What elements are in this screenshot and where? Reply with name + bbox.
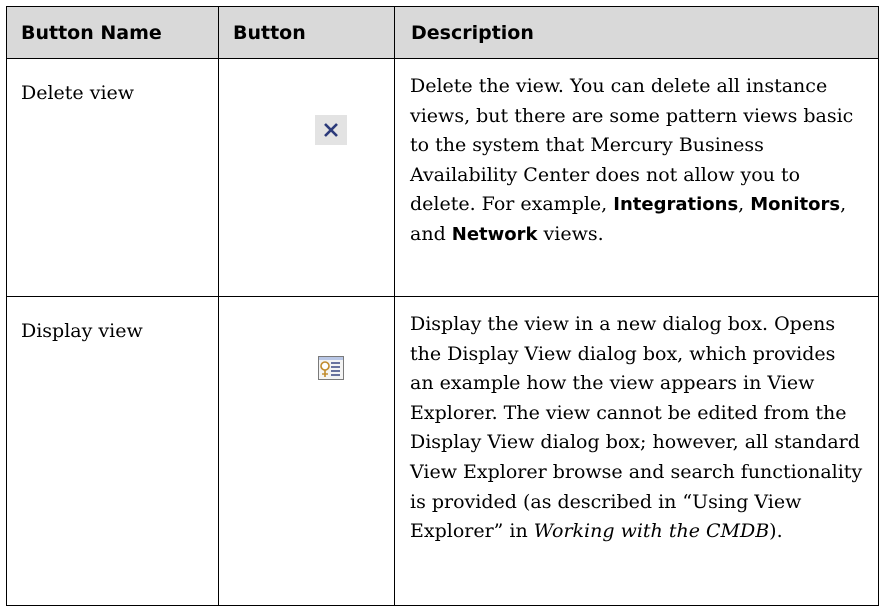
description-text: Display the view in a new dialog box. Op… — [410, 313, 863, 543]
description-text-end: views. — [537, 222, 604, 245]
table-header-row: Button Name Button Description — [6, 6, 879, 59]
display-view-icon — [315, 353, 347, 383]
network-term: Network — [451, 223, 538, 245]
table-row: Delete view Delete the view. You can del… — [6, 58, 879, 297]
monitors-term: Monitors — [750, 194, 841, 216]
header-button: Button — [218, 6, 395, 59]
button-icon-cell — [218, 296, 395, 606]
button-name-cell: Delete view — [6, 58, 219, 297]
integrations-term: Integrations — [613, 194, 739, 216]
header-button-name: Button Name — [6, 6, 219, 59]
separator-text: , — [738, 193, 751, 216]
delete-x-icon — [315, 115, 347, 145]
table-row: Display view Display the view in a new d… — [6, 296, 879, 606]
button-name-cell: Display view — [6, 296, 219, 606]
header-description: Description — [394, 6, 879, 59]
button-icon-cell — [218, 58, 395, 297]
description-text-end: ). — [769, 520, 783, 543]
book-title-reference: Working with the CMDB — [533, 520, 770, 543]
description-cell: Delete the view. You can delete all inst… — [394, 58, 879, 297]
description-cell: Display the view in a new dialog box. Op… — [394, 296, 879, 606]
button-reference-table: Button Name Button Description Delete vi… — [6, 6, 879, 606]
